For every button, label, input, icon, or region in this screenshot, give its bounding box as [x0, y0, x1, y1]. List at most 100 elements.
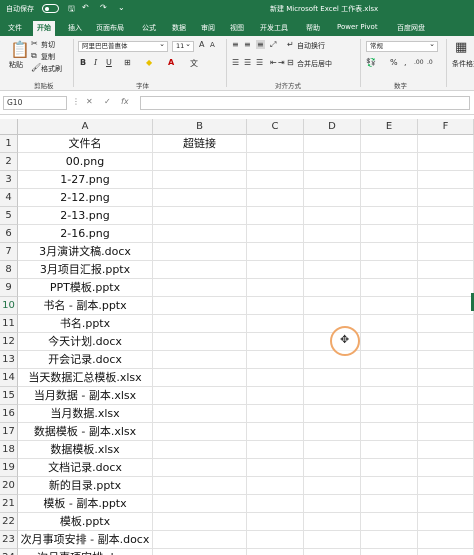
cell-b[interactable] — [153, 207, 247, 225]
underline-icon[interactable]: U — [106, 58, 112, 67]
tab-developer[interactable]: 开发工具 — [260, 23, 288, 33]
cell[interactable] — [247, 189, 304, 207]
cell-a[interactable]: 数据模板 - 副本.xlsx — [18, 423, 153, 441]
cell[interactable] — [304, 297, 361, 315]
row-header[interactable]: 9 — [0, 279, 18, 297]
cell-b[interactable] — [153, 243, 247, 261]
cell-b[interactable] — [153, 333, 247, 351]
cell-a[interactable]: 开会记录.docx — [18, 351, 153, 369]
italic-icon[interactable]: I — [94, 58, 97, 67]
paste-icon[interactable]: 📋 — [10, 40, 30, 59]
cell-a[interactable]: 2-16.png — [18, 225, 153, 243]
cell[interactable] — [361, 549, 418, 555]
cell-a[interactable]: 书名 - 副本.pptx — [18, 297, 153, 315]
orientation-icon[interactable]: ⤢ — [270, 40, 276, 50]
column-header-f[interactable]: F — [418, 119, 474, 135]
cell[interactable] — [361, 171, 418, 189]
align-bottom-icon[interactable]: ≡ — [256, 40, 265, 49]
cell[interactable] — [418, 135, 474, 153]
cell-a[interactable]: 今天计划.docx — [18, 333, 153, 351]
cell-b[interactable] — [153, 171, 247, 189]
cell-a[interactable]: 00.png — [18, 153, 153, 171]
decrease-decimal-icon[interactable]: .0 — [427, 59, 433, 66]
cancel-icon[interactable]: ✕ — [86, 97, 93, 106]
cell[interactable] — [418, 423, 474, 441]
row-header[interactable]: 14 — [0, 369, 18, 387]
decrease-indent-icon[interactable]: ⇤ — [270, 58, 277, 67]
cell-a[interactable]: 当月数据 - 副本.xlsx — [18, 387, 153, 405]
cell[interactable] — [247, 261, 304, 279]
cell-a[interactable]: 1-27.png — [18, 171, 153, 189]
row-header[interactable]: 7 — [0, 243, 18, 261]
cell[interactable] — [247, 387, 304, 405]
border-icon[interactable]: ⊞ — [124, 58, 131, 67]
cell[interactable] — [418, 153, 474, 171]
enter-icon[interactable]: ✓ — [104, 97, 111, 106]
cell[interactable] — [304, 135, 361, 153]
cell[interactable] — [247, 513, 304, 531]
cell[interactable] — [418, 315, 474, 333]
column-header-c[interactable]: C — [247, 119, 304, 135]
cell[interactable] — [418, 405, 474, 423]
cell-a[interactable]: 3月项目汇报.pptx — [18, 261, 153, 279]
cell-b[interactable] — [153, 405, 247, 423]
cell-b[interactable] — [153, 279, 247, 297]
cell[interactable] — [304, 243, 361, 261]
cell[interactable] — [418, 477, 474, 495]
cell[interactable] — [247, 441, 304, 459]
font-name-dropdown[interactable]: 阿里巴巴普惠体 — [78, 40, 168, 52]
cell[interactable] — [247, 351, 304, 369]
align-left-icon[interactable]: ☰ — [232, 58, 239, 67]
cell[interactable] — [361, 477, 418, 495]
cell[interactable] — [247, 135, 304, 153]
cell[interactable] — [247, 297, 304, 315]
cell-a[interactable]: 书名.pptx — [18, 315, 153, 333]
cell-b[interactable] — [153, 513, 247, 531]
cell[interactable] — [304, 549, 361, 555]
paste-label[interactable]: 粘贴 — [9, 60, 23, 70]
tab-power-pivot[interactable]: Power Pivot — [337, 23, 378, 31]
format-painter-label[interactable]: 格式刷 — [41, 64, 62, 74]
cell-b[interactable] — [153, 549, 247, 555]
select-all-corner[interactable] — [0, 119, 18, 135]
cell[interactable] — [361, 153, 418, 171]
cell[interactable] — [304, 495, 361, 513]
cell[interactable] — [418, 549, 474, 555]
cell[interactable] — [247, 153, 304, 171]
row-header[interactable]: 17 — [0, 423, 18, 441]
cell[interactable] — [247, 333, 304, 351]
cell-a[interactable]: 3月演讲文稿.docx — [18, 243, 153, 261]
cut-label[interactable]: 剪切 — [41, 40, 55, 50]
cell[interactable] — [418, 171, 474, 189]
column-header-d[interactable]: D — [304, 119, 361, 135]
cell-a[interactable]: 文件名 — [18, 135, 153, 153]
formula-input[interactable] — [140, 96, 470, 110]
comma-style-icon[interactable]: , — [404, 58, 407, 67]
cell[interactable] — [304, 531, 361, 549]
font-size-dropdown[interactable]: 11 — [172, 40, 194, 52]
percent-icon[interactable]: % — [390, 58, 398, 67]
cell[interactable] — [418, 279, 474, 297]
cell[interactable] — [304, 189, 361, 207]
align-right-icon[interactable]: ☰ — [256, 58, 263, 67]
cell[interactable] — [361, 423, 418, 441]
cell[interactable] — [304, 171, 361, 189]
accounting-format-icon[interactable]: 💱 — [366, 58, 376, 67]
cell[interactable] — [247, 459, 304, 477]
cell-b[interactable] — [153, 225, 247, 243]
cell[interactable] — [304, 279, 361, 297]
column-header-e[interactable]: E — [361, 119, 418, 135]
cell-a[interactable]: 2-13.png — [18, 207, 153, 225]
merge-center-icon[interactable]: ⊟ — [287, 58, 294, 67]
cell[interactable] — [418, 333, 474, 351]
cell[interactable] — [247, 315, 304, 333]
cell[interactable] — [418, 531, 474, 549]
cell-a[interactable]: 新的目录.pptx — [18, 477, 153, 495]
cell-b[interactable]: 超链接 — [153, 135, 247, 153]
row-header[interactable]: 19 — [0, 459, 18, 477]
spreadsheet-grid[interactable]: A B C D E F 1 文件名 超链接 2 00.png 3 1-27.png 4 2-12… — [0, 115, 474, 555]
cell[interactable] — [247, 477, 304, 495]
cell[interactable] — [247, 405, 304, 423]
row-header[interactable]: 5 — [0, 207, 18, 225]
tab-data[interactable]: 数据 — [172, 23, 186, 33]
